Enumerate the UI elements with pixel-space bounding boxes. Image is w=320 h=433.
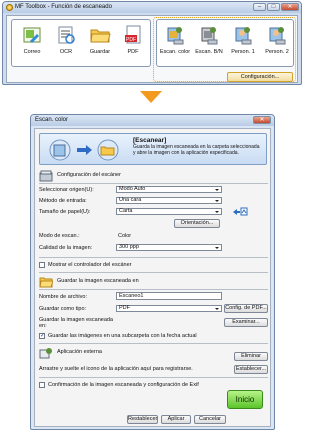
close-icon[interactable]: ✕ (281, 3, 299, 11)
dialog-close-icon[interactable]: ✕ (253, 116, 271, 124)
apply-button[interactable]: Aplicar (161, 415, 191, 424)
pdf-icon: PDF (125, 25, 141, 44)
quality-label: Calidad de la imagen: (39, 245, 93, 251)
save-type-label: Guardar como tipo: (39, 306, 87, 312)
reset-button[interactable]: Restablecer (127, 415, 158, 424)
quality-select[interactable]: 300 ppp (116, 244, 222, 251)
divider (39, 377, 268, 378)
chevron-down-icon (215, 247, 219, 249)
show-driver-checkbox[interactable] (39, 262, 45, 268)
toolbox-titlebar: MF Toolbox - Función de escaneado – □ ✕ (3, 2, 301, 13)
tool-group-basic: Correo OCR Guardar PDF PDF (11, 19, 151, 67)
toolbox-title: MF Toolbox - Función de escaneado (15, 4, 112, 10)
input-method-label: Método de entrada: (39, 198, 87, 204)
tool-escan-color[interactable]: Escan. color (158, 24, 192, 55)
toolbox-window: MF Toolbox - Función de escaneado – □ ✕ … (2, 1, 302, 85)
ocr-icon (58, 26, 75, 44)
show-driver-label: Mostrar el controlador del escáner (48, 262, 132, 268)
paper-orientation-icon (233, 207, 248, 216)
scanner-settings-heading: Configuración del escáner (57, 172, 121, 178)
scan-to-folder-icon (49, 139, 119, 161)
dialog-titlebar: Escan. color ✕ (31, 115, 274, 126)
chevron-down-icon (215, 200, 219, 202)
pdf-config-button[interactable]: Config. de PDF... (224, 304, 268, 313)
toolbox-body: Correo OCR Guardar PDF PDF Escan. color … (6, 15, 298, 83)
cancel-button[interactable]: Cancelar (194, 415, 226, 424)
tool-label: PDF (127, 49, 139, 55)
configuration-button[interactable]: Configuración... (227, 72, 293, 82)
scan-banner: [Escanear] Guarda la imagen escaneada en… (39, 133, 267, 165)
divider (39, 272, 268, 273)
source-label: Seleccionar origen(U): (39, 187, 94, 193)
down-arrow-icon (140, 91, 162, 103)
subfolder-checkbox[interactable] (39, 332, 45, 339)
divider (39, 257, 268, 258)
save-folder-icon (39, 277, 53, 288)
svg-text:PDF: PDF (126, 37, 136, 43)
folder-icon (90, 29, 111, 43)
tool-escan-bn[interactable]: Escan. B/N (192, 24, 226, 55)
start-button[interactable]: Inicio (227, 390, 263, 409)
filename-label: Nombre de archivo: (39, 294, 87, 300)
tool-label: Escan. B/N (195, 49, 223, 55)
mail-icon (23, 27, 41, 43)
save-heading: Guardar la imagen escaneada en (57, 278, 139, 284)
tool-pdf[interactable]: PDF PDF (116, 24, 150, 55)
source-select[interactable]: Modo Auto (116, 186, 222, 193)
chevron-down-icon (215, 189, 219, 191)
external-app-icon (39, 348, 52, 359)
browse-button[interactable]: Examinar... (224, 318, 268, 327)
divider (39, 343, 268, 344)
confirm-checkbox[interactable] (39, 382, 45, 388)
tool-guardar[interactable]: Guardar (83, 24, 117, 55)
paper-size-select[interactable]: Carta (116, 208, 222, 215)
scan-color-dialog: Escan. color ✕ [Escanear] Guarda la imag… (30, 114, 275, 430)
external-app-hint: Arrastre y suelte el icono de la aplicac… (39, 366, 193, 372)
remove-button[interactable]: Eliminar (234, 352, 268, 361)
save-location-label: Guardar la imagen escaneada en: (39, 317, 113, 329)
dialog-title: Escan. color (35, 117, 69, 123)
chevron-down-icon (215, 211, 219, 213)
dialog-body: [Escanear] Guarda la imagen escaneada en… (34, 128, 271, 427)
input-method-select[interactable]: Una cara (116, 197, 222, 204)
tool-ocr[interactable]: OCR (49, 24, 83, 55)
scanner-color-icon (167, 27, 184, 45)
app-icon (6, 4, 13, 11)
set-button[interactable]: Establecer... (234, 365, 268, 374)
tool-label: Correo (23, 49, 41, 55)
scanner-bw-icon (201, 27, 218, 45)
chevron-down-icon (215, 308, 219, 310)
tool-label: Person. 2 (265, 49, 289, 55)
confirm-label: Confirmación de la imagen escaneada y co… (48, 382, 199, 388)
tool-correo[interactable]: Correo (15, 24, 49, 55)
tool-group-scan: Escan. color Escan. B/N Person. 1 Person… (156, 19, 294, 67)
orientation-button[interactable]: Orientación... (174, 219, 220, 228)
paper-size-label: Tamaño de papel(U): (39, 209, 91, 215)
tool-person-2[interactable]: Person. 2 (260, 24, 294, 55)
scan-mode-label: Modo de escan.: (39, 233, 80, 239)
external-app-heading: Aplicación externa (57, 349, 102, 355)
banner-title: [Escanear] (133, 137, 167, 144)
banner-description: Guarda la imagen escaneada en la carpeta… (133, 144, 260, 156)
filename-input[interactable]: Escaneo1 (116, 292, 222, 300)
divider (39, 183, 268, 184)
subfolder-label: Guardar las imágenes en una subcarpeta c… (48, 333, 197, 339)
tool-label: Guardar (89, 49, 111, 55)
scan-mode-value: Color (118, 233, 132, 239)
divider (39, 289, 268, 290)
maximize-icon[interactable]: □ (267, 3, 280, 11)
scanner-custom2-icon (269, 27, 286, 45)
tool-label: Escan. color (159, 49, 191, 55)
tool-label: OCR (59, 49, 73, 55)
minimize-icon[interactable]: – (253, 3, 266, 11)
tool-person-1[interactable]: Person. 1 (226, 24, 260, 55)
save-type-select[interactable]: PDF (116, 305, 222, 312)
tool-label: Person. 1 (231, 49, 255, 55)
scanner-custom1-icon (235, 27, 252, 45)
scanner-settings-icon (39, 170, 53, 182)
